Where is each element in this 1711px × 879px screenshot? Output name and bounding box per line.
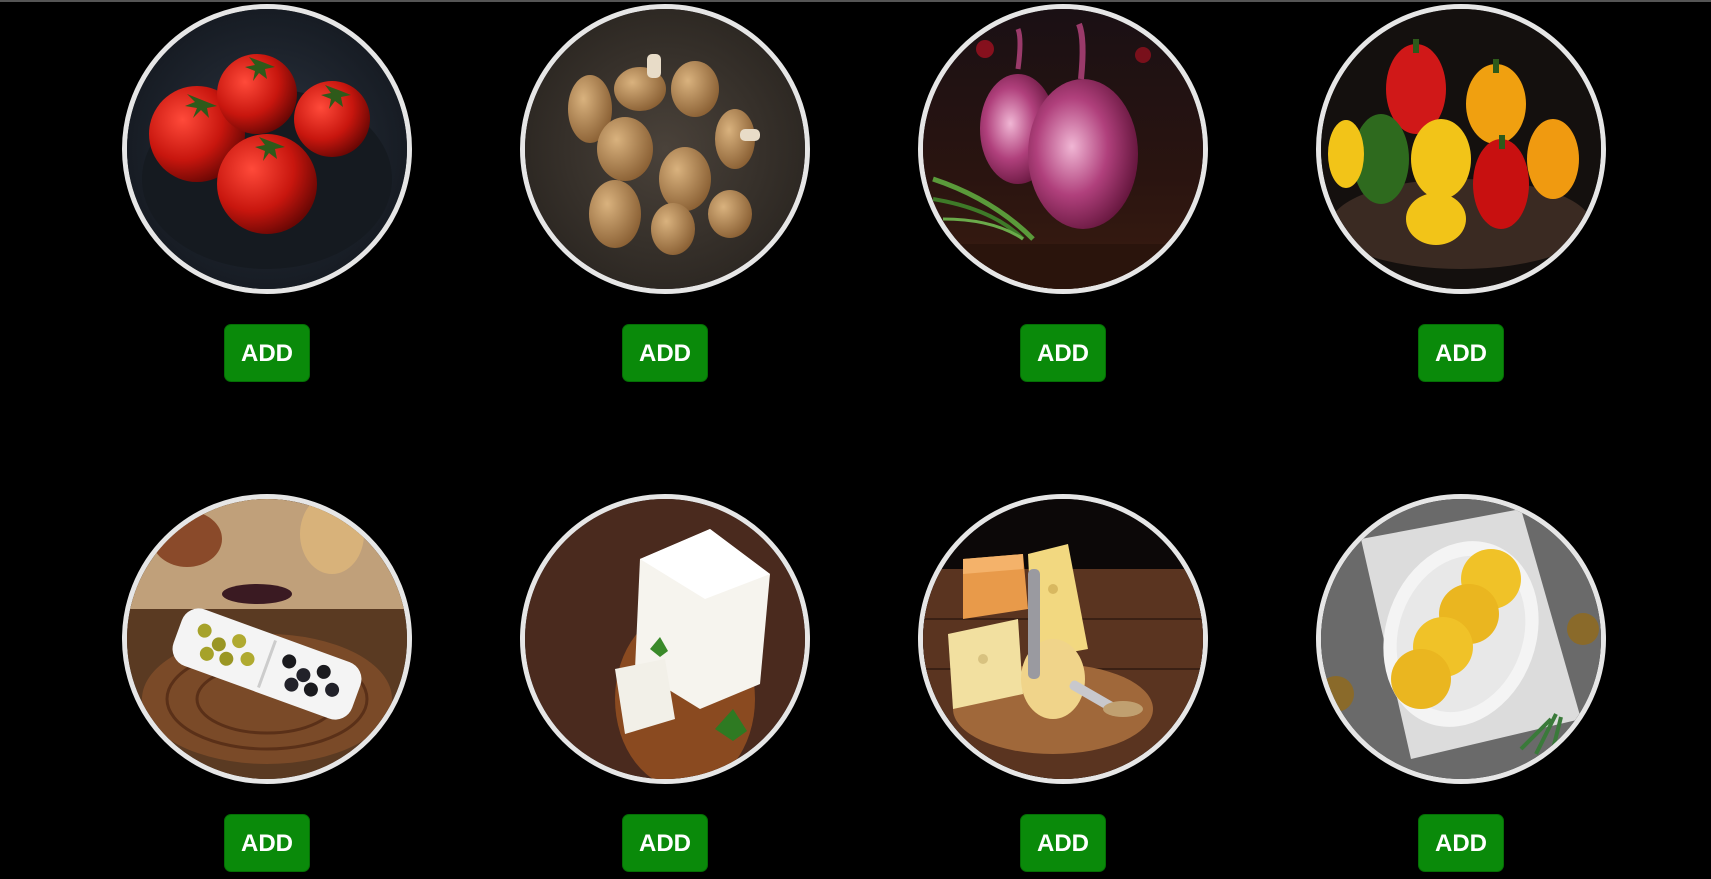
product-card-tomatoes: ADD [122, 4, 412, 384]
add-button-pineapple-slices[interactable]: ADD [1418, 814, 1504, 872]
product-grid: ADD ADD ADD ADD ADD ADD ADD ADD [0, 0, 1711, 879]
mushrooms-photo[interactable] [520, 4, 810, 294]
feta-cheese-photo[interactable] [520, 494, 810, 784]
product-card-cheese-board: ADD [918, 494, 1208, 874]
tomatoes-photo[interactable] [122, 4, 412, 294]
product-card-feta-cheese: ADD [520, 494, 810, 874]
bell-peppers-photo[interactable] [1316, 4, 1606, 294]
product-card-mushrooms: ADD [520, 4, 810, 384]
add-button-bell-peppers[interactable]: ADD [1418, 324, 1504, 382]
add-button-olives[interactable]: ADD [224, 814, 310, 872]
add-button-cheese-board[interactable]: ADD [1020, 814, 1106, 872]
olives-photo[interactable] [122, 494, 412, 784]
product-card-bell-peppers: ADD [1316, 4, 1606, 384]
product-card-pineapple-slices: ADD [1316, 494, 1606, 874]
add-button-mushrooms[interactable]: ADD [622, 324, 708, 382]
add-button-feta-cheese[interactable]: ADD [622, 814, 708, 872]
add-button-tomatoes[interactable]: ADD [224, 324, 310, 382]
add-button-red-onions[interactable]: ADD [1020, 324, 1106, 382]
red-onions-photo[interactable] [918, 4, 1208, 294]
pineapple-slices-photo[interactable] [1316, 494, 1606, 784]
cheese-board-photo[interactable] [918, 494, 1208, 784]
product-card-red-onions: ADD [918, 4, 1208, 384]
product-card-olives: ADD [122, 494, 412, 874]
